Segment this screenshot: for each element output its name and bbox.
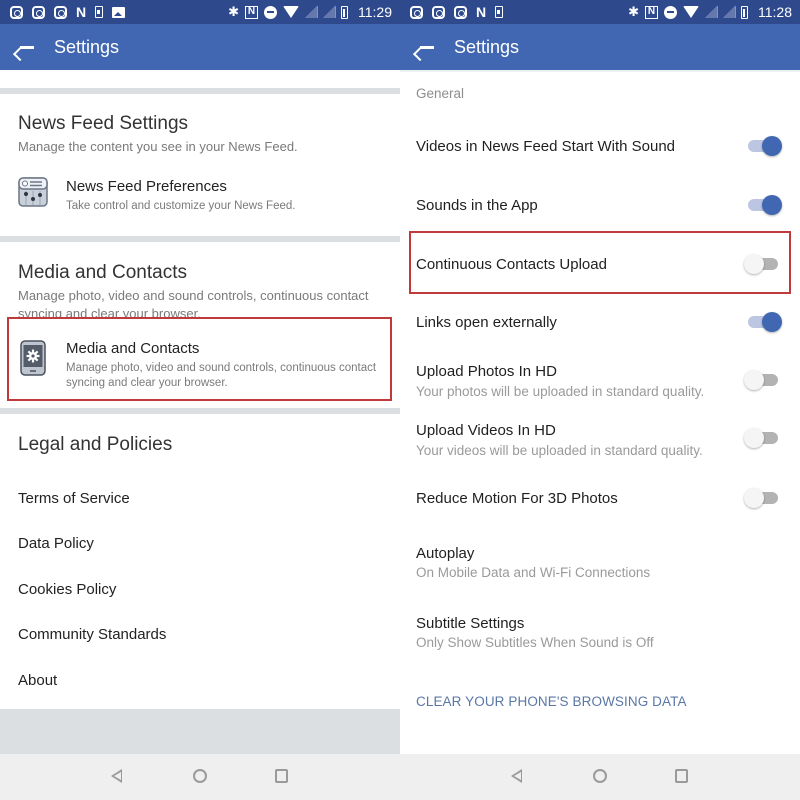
section-subtitle-news-feed: Manage the content you see in your News … [18, 139, 298, 154]
bluetooth-icon: ✱ [628, 4, 639, 19]
media-and-contacts-label: Media and Contacts [66, 340, 200, 357]
signal-icon [305, 6, 318, 18]
data-policy-link[interactable]: Data Policy [18, 535, 94, 552]
section-subtitle-media-contacts: Manage photo, video and sound controls, … [18, 288, 369, 317]
about-link[interactable]: About [18, 672, 57, 689]
setting-label: Videos in News Feed Start With Sound [416, 138, 676, 155]
setting-description: Your videos will be uploaded in standard… [416, 443, 703, 458]
setting-subtitle-settings[interactable]: Subtitle Settings Only Show Subtitles Wh… [400, 612, 800, 656]
toggle-switch[interactable] [744, 311, 782, 333]
bluetooth-icon: ✱ [228, 4, 239, 19]
recents-nav-icon[interactable] [675, 769, 688, 783]
arrow-left-icon[interactable] [17, 38, 39, 56]
toggle-switch[interactable] [744, 369, 782, 391]
empty-area [0, 709, 400, 754]
app-bar: Settings [0, 24, 400, 70]
top-divider [400, 70, 800, 72]
community-standards-link[interactable]: Community Standards [18, 626, 166, 643]
setting-upload-videos-hd[interactable]: Upload Videos In HD Your videos will be … [400, 419, 800, 463]
setting-description: On Mobile Data and Wi-Fi Connections [416, 565, 651, 580]
netflix-icon: N [476, 4, 487, 20]
instagram-icon [10, 5, 23, 19]
setting-label: Sounds in the App [416, 197, 538, 214]
netflix-icon: N [76, 4, 87, 20]
group-label-general: General [416, 86, 465, 101]
status-time: 11:28 [758, 4, 792, 20]
nfc-icon: N [245, 5, 258, 19]
toggle-switch[interactable] [744, 487, 782, 509]
instagram-icon [432, 5, 445, 19]
news-feed-preferences-item[interactable]: News Feed Preferences Take control and c… [0, 170, 400, 220]
setting-sounds-in-app[interactable]: Sounds in the App [400, 187, 800, 223]
setting-links-open-externally[interactable]: Links open externally [400, 304, 800, 340]
setting-label: Upload Photos In HD [416, 363, 557, 380]
instagram-icon [54, 5, 67, 19]
gallery-icon [112, 6, 126, 18]
section-divider [0, 236, 400, 242]
battery-charging-icon [741, 5, 748, 19]
section-divider [0, 408, 400, 414]
do-not-disturb-icon [264, 5, 277, 19]
download-icon [95, 6, 104, 18]
nfc-icon: N [645, 5, 658, 19]
clear-browsing-data-link[interactable]: CLEAR YOUR PHONE'S BROWSING DATA [416, 694, 687, 709]
wifi-icon [283, 6, 299, 18]
news-feed-preferences-icon [18, 177, 48, 212]
status-bar: N ✱ N 11:28 [400, 0, 800, 24]
wifi-icon [683, 6, 699, 18]
page-title: Settings [454, 36, 520, 57]
home-nav-icon[interactable] [193, 769, 207, 783]
toggle-switch[interactable] [744, 135, 782, 157]
status-bar: N ✱ N 11:29 [0, 0, 400, 24]
section-divider [0, 88, 400, 94]
home-nav-icon[interactable] [593, 769, 607, 783]
signal-icon [723, 6, 736, 18]
navigation-bar [0, 754, 400, 800]
setting-label: Links open externally [416, 314, 557, 331]
navigation-bar [400, 754, 800, 800]
phone-settings-icon [20, 340, 46, 381]
page-title: Settings [54, 36, 120, 57]
toggle-switch[interactable] [744, 253, 782, 275]
app-bar: Settings [400, 24, 800, 70]
setting-label: Reduce Motion For 3D Photos [416, 490, 618, 507]
setting-label: Autoplay [416, 545, 475, 562]
battery-charging-icon [341, 5, 348, 19]
signal-icon [323, 6, 336, 18]
news-feed-preferences-label: News Feed Preferences [66, 178, 227, 195]
setting-label: Subtitle Settings [416, 615, 525, 632]
instagram-icon [32, 5, 45, 19]
terms-of-service-link[interactable]: Terms of Service [18, 490, 130, 507]
do-not-disturb-icon [664, 5, 677, 19]
back-nav-icon[interactable] [111, 769, 122, 783]
section-title-legal: Legal and Policies [18, 434, 173, 455]
recents-nav-icon[interactable] [275, 769, 288, 783]
signal-icon [705, 6, 718, 18]
cookies-policy-link[interactable]: Cookies Policy [18, 581, 116, 598]
arrow-left-icon[interactable] [417, 38, 439, 56]
left-screen: N ✱ N 11:29 Settings News Feed Settings … [0, 0, 400, 800]
setting-continuous-contacts-upload[interactable]: Continuous Contacts Upload [400, 246, 800, 282]
setting-upload-photos-hd[interactable]: Upload Photos In HD Your photos will be … [400, 360, 800, 404]
setting-label: Continuous Contacts Upload [416, 256, 607, 273]
setting-autoplay[interactable]: Autoplay On Mobile Data and Wi-Fi Connec… [400, 542, 800, 586]
setting-description: Only Show Subtitles When Sound is Off [416, 635, 654, 650]
download-icon [495, 6, 504, 18]
right-screen: N ✱ N 11:28 Settings General Videos in N… [400, 0, 800, 800]
section-title-media-contacts: Media and Contacts [18, 262, 187, 283]
setting-videos-start-with-sound[interactable]: Videos in News Feed Start With Sound [400, 128, 800, 164]
news-feed-preferences-description: Take control and customize your News Fee… [66, 200, 296, 212]
status-time: 11:29 [358, 4, 392, 20]
back-nav-icon[interactable] [511, 769, 522, 783]
toggle-switch[interactable] [744, 427, 782, 449]
instagram-icon [410, 5, 423, 19]
instagram-icon [454, 5, 467, 19]
media-and-contacts-item[interactable]: Media and Contacts Manage photo, video a… [0, 318, 400, 400]
setting-label: Upload Videos In HD [416, 422, 556, 439]
setting-description: Your photos will be uploaded in standard… [416, 384, 705, 399]
media-and-contacts-description: Manage photo, video and sound controls, … [66, 362, 377, 389]
toggle-switch[interactable] [744, 194, 782, 216]
setting-reduce-motion-3d[interactable]: Reduce Motion For 3D Photos [400, 480, 800, 516]
section-title-news-feed: News Feed Settings [18, 113, 189, 134]
